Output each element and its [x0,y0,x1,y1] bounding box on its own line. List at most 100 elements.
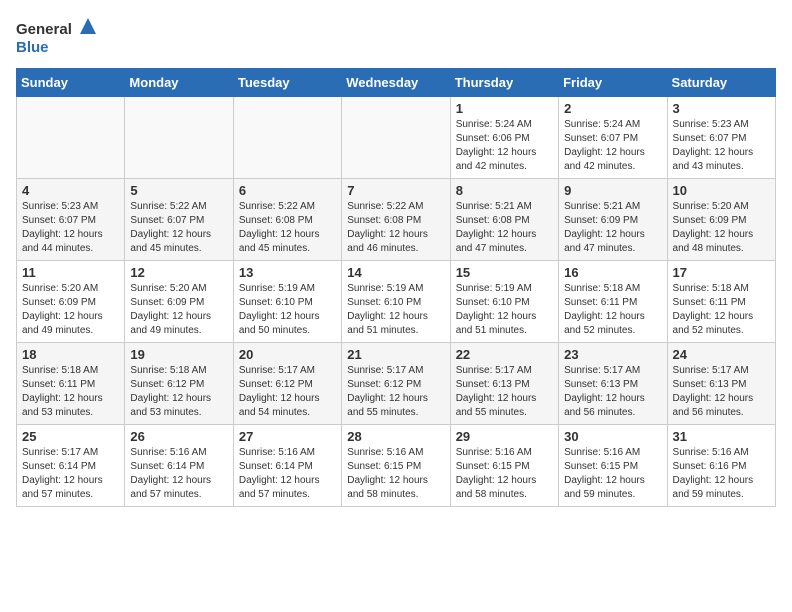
weekday-header-saturday: Saturday [667,69,775,97]
day-info: Sunrise: 5:19 AM Sunset: 6:10 PM Dayligh… [347,282,444,338]
weekday-header-monday: Monday [125,69,233,97]
calendar-cell [233,97,341,179]
day-number: 3 [673,101,770,116]
day-number: 10 [673,183,770,198]
weekday-header-wednesday: Wednesday [342,69,450,97]
calendar-cell [17,97,125,179]
day-info: Sunrise: 5:19 AM Sunset: 6:10 PM Dayligh… [456,282,553,338]
day-number: 23 [564,347,661,362]
day-number: 30 [564,429,661,444]
calendar-cell: 16 Sunrise: 5:18 AM Sunset: 6:11 PM Dayli… [559,261,667,343]
calendar-cell: 25 Sunrise: 5:17 AM Sunset: 6:14 PM Dayli… [17,425,125,507]
day-number: 27 [239,429,336,444]
day-number: 5 [130,183,227,198]
calendar-cell: 15 Sunrise: 5:19 AM Sunset: 6:10 PM Dayli… [450,261,558,343]
calendar-header-row: SundayMondayTuesdayWednesdayThursdayFrid… [17,69,776,97]
day-number: 15 [456,265,553,280]
day-info: Sunrise: 5:17 AM Sunset: 6:13 PM Dayligh… [456,364,553,420]
day-number: 6 [239,183,336,198]
logo-svg: General Blue [16,16,96,60]
day-info: Sunrise: 5:19 AM Sunset: 6:10 PM Dayligh… [239,282,336,338]
day-number: 26 [130,429,227,444]
calendar-cell: 30 Sunrise: 5:16 AM Sunset: 6:15 PM Dayli… [559,425,667,507]
day-number: 25 [22,429,119,444]
calendar-cell: 5Sunrise: 5:22 AM Sunset: 6:07 PM Daylig… [125,179,233,261]
calendar-cell: 18 Sunrise: 5:18 AM Sunset: 6:11 PM Dayli… [17,343,125,425]
day-number: 21 [347,347,444,362]
calendar-cell: 28Sunrise: 5:16 AM Sunset: 6:15 PM Dayli… [342,425,450,507]
day-info: Sunrise: 5:16 AM Sunset: 6:15 PM Dayligh… [456,446,553,502]
calendar-cell: 31 Sunrise: 5:16 AM Sunset: 6:16 PM Dayli… [667,425,775,507]
day-number: 1 [456,101,553,116]
calendar-cell: 17 Sunrise: 5:18 AM Sunset: 6:11 PM Dayli… [667,261,775,343]
day-number: 13 [239,265,336,280]
calendar-cell: 2Sunrise: 5:24 AM Sunset: 6:07 PM Daylig… [559,97,667,179]
weekday-header-tuesday: Tuesday [233,69,341,97]
day-info: Sunrise: 5:18 AM Sunset: 6:11 PM Dayligh… [673,282,770,338]
calendar-cell: 29 Sunrise: 5:16 AM Sunset: 6:15 PM Dayli… [450,425,558,507]
day-number: 7 [347,183,444,198]
day-number: 31 [673,429,770,444]
day-info: Sunrise: 5:16 AM Sunset: 6:16 PM Dayligh… [673,446,770,502]
calendar-cell: 1 Sunrise: 5:24 AM Sunset: 6:06 PM Daylig… [450,97,558,179]
day-number: 29 [456,429,553,444]
day-number: 11 [22,265,119,280]
calendar-week-row: 18 Sunrise: 5:18 AM Sunset: 6:11 PM Dayli… [17,343,776,425]
day-info: Sunrise: 5:21 AM Sunset: 6:08 PM Dayligh… [456,200,553,256]
day-info: Sunrise: 5:23 AM Sunset: 6:07 PM Dayligh… [673,118,770,174]
day-info: Sunrise: 5:18 AM Sunset: 6:11 PM Dayligh… [564,282,661,338]
calendar-week-row: 11 Sunrise: 5:20 AM Sunset: 6:09 PM Dayli… [17,261,776,343]
day-info: Sunrise: 5:20 AM Sunset: 6:09 PM Dayligh… [130,282,227,338]
calendar-cell: 3 Sunrise: 5:23 AM Sunset: 6:07 PM Daylig… [667,97,775,179]
day-info: Sunrise: 5:16 AM Sunset: 6:14 PM Dayligh… [239,446,336,502]
calendar-week-row: 4Sunrise: 5:23 AM Sunset: 6:07 PM Daylig… [17,179,776,261]
svg-text:General: General [16,21,72,38]
calendar-cell: 20 Sunrise: 5:17 AM Sunset: 6:12 PM Dayli… [233,343,341,425]
calendar-cell: 22 Sunrise: 5:17 AM Sunset: 6:13 PM Dayli… [450,343,558,425]
calendar-cell [342,97,450,179]
logo: General Blue [16,16,96,60]
day-info: Sunrise: 5:24 AM Sunset: 6:06 PM Dayligh… [456,118,553,174]
day-info: Sunrise: 5:17 AM Sunset: 6:13 PM Dayligh… [564,364,661,420]
calendar-cell: 23 Sunrise: 5:17 AM Sunset: 6:13 PM Dayli… [559,343,667,425]
day-number: 8 [456,183,553,198]
day-info: Sunrise: 5:24 AM Sunset: 6:07 PM Dayligh… [564,118,661,174]
calendar-cell: 26Sunrise: 5:16 AM Sunset: 6:14 PM Dayli… [125,425,233,507]
day-number: 28 [347,429,444,444]
calendar-cell: 24 Sunrise: 5:17 AM Sunset: 6:13 PM Dayli… [667,343,775,425]
calendar-table: SundayMondayTuesdayWednesdayThursdayFrid… [16,68,776,507]
day-number: 22 [456,347,553,362]
day-info: Sunrise: 5:21 AM Sunset: 6:09 PM Dayligh… [564,200,661,256]
calendar-cell: 14Sunrise: 5:19 AM Sunset: 6:10 PM Dayli… [342,261,450,343]
day-info: Sunrise: 5:20 AM Sunset: 6:09 PM Dayligh… [22,282,119,338]
day-number: 18 [22,347,119,362]
day-info: Sunrise: 5:22 AM Sunset: 6:08 PM Dayligh… [239,200,336,256]
day-info: Sunrise: 5:18 AM Sunset: 6:12 PM Dayligh… [130,364,227,420]
calendar-cell: 19 Sunrise: 5:18 AM Sunset: 6:12 PM Dayli… [125,343,233,425]
calendar-cell: 27 Sunrise: 5:16 AM Sunset: 6:14 PM Dayli… [233,425,341,507]
day-info: Sunrise: 5:16 AM Sunset: 6:15 PM Dayligh… [564,446,661,502]
calendar-cell: 4Sunrise: 5:23 AM Sunset: 6:07 PM Daylig… [17,179,125,261]
day-number: 19 [130,347,227,362]
day-number: 16 [564,265,661,280]
weekday-header-sunday: Sunday [17,69,125,97]
day-number: 12 [130,265,227,280]
calendar-cell: 7 Sunrise: 5:22 AM Sunset: 6:08 PM Daylig… [342,179,450,261]
day-info: Sunrise: 5:22 AM Sunset: 6:08 PM Dayligh… [347,200,444,256]
day-number: 17 [673,265,770,280]
calendar-cell: 11 Sunrise: 5:20 AM Sunset: 6:09 PM Dayli… [17,261,125,343]
day-number: 9 [564,183,661,198]
day-number: 20 [239,347,336,362]
day-info: Sunrise: 5:17 AM Sunset: 6:14 PM Dayligh… [22,446,119,502]
day-number: 4 [22,183,119,198]
weekday-header-friday: Friday [559,69,667,97]
calendar-cell: 6 Sunrise: 5:22 AM Sunset: 6:08 PM Daylig… [233,179,341,261]
day-info: Sunrise: 5:20 AM Sunset: 6:09 PM Dayligh… [673,200,770,256]
day-info: Sunrise: 5:18 AM Sunset: 6:11 PM Dayligh… [22,364,119,420]
page-header: General Blue [16,16,776,60]
weekday-header-thursday: Thursday [450,69,558,97]
day-number: 24 [673,347,770,362]
day-info: Sunrise: 5:17 AM Sunset: 6:12 PM Dayligh… [347,364,444,420]
day-info: Sunrise: 5:17 AM Sunset: 6:13 PM Dayligh… [673,364,770,420]
day-info: Sunrise: 5:17 AM Sunset: 6:12 PM Dayligh… [239,364,336,420]
